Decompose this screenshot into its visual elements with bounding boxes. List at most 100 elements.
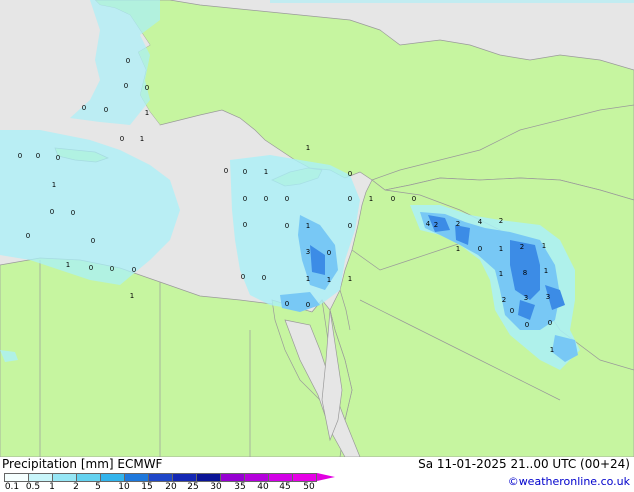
map-canvas: 00 00 0 10 10 0 010 0 1 010 0 0 0 1 0 00 00 0 1 0 4 2 2 4 2001 0 1… [0, 0, 634, 457]
precip-label: 0 [50, 208, 54, 216]
precip-label: 2 [499, 217, 503, 225]
credit-link[interactable]: ©weatheronline.co.uk [508, 475, 630, 488]
precip-label: 8 [523, 269, 527, 277]
precip-label: 1 [544, 267, 548, 275]
precip-label: 0 [243, 221, 247, 229]
precip-label: 0 [348, 195, 352, 203]
scale-tick-label: 1 [49, 482, 55, 492]
precip-label: 2 [520, 243, 524, 251]
precip-label: 0 [18, 152, 22, 160]
precip-label: 0 [548, 319, 552, 327]
scale-tick-label: 20 [165, 482, 177, 492]
scale-swatch [173, 473, 197, 482]
scale-swatch [53, 473, 77, 482]
precip-label: 0 [71, 209, 75, 217]
scale-tick-label: 40 [257, 482, 269, 492]
precip-label: 0 [26, 232, 30, 240]
precip-label: 1 [130, 292, 134, 300]
scale-ticks: 0.1 0.5 1 2 5 10 15 20 25 30 35 40 45 50 [0, 482, 340, 492]
scale-tick-label: 5 [95, 482, 101, 492]
scale-swatch [245, 473, 269, 482]
scale-swatch [269, 473, 293, 482]
scale-tick-label: 30 [210, 482, 222, 492]
precip-label: 0 [510, 307, 514, 315]
scale-tick-label: 0.5 [25, 482, 41, 492]
precip-label: 0 [391, 195, 395, 203]
precip-label: 1 [306, 222, 310, 230]
scale-tick-label: 10 [118, 482, 130, 492]
scale-tick-label: 50 [303, 482, 315, 492]
precip-label: 3 [524, 294, 528, 302]
scale-swatch [221, 473, 245, 482]
scale-tick-label: 15 [141, 482, 153, 492]
precip-label: 0 [110, 265, 114, 273]
precip-label: 1 [369, 195, 373, 203]
precip-label: 1 [348, 275, 352, 283]
precip-label: 0 [89, 264, 93, 272]
scale-swatch [101, 473, 125, 482]
precipitation-map[interactable]: 0000010100010010100001000000104224200101… [0, 0, 634, 457]
precip-label: 1 [66, 261, 70, 269]
precip-label: 0 [348, 170, 352, 178]
precip-label: 0 [262, 274, 266, 282]
precip-label: 0 [478, 245, 482, 253]
precip-label: 0 [327, 249, 331, 257]
precip-label: 0 [243, 195, 247, 203]
scale-tick-label: 2 [73, 482, 79, 492]
precip-label: 1 [140, 135, 144, 143]
precip-label: 0 [82, 104, 86, 112]
precip-label: 0 [412, 195, 416, 203]
precip-label: 0 [285, 222, 289, 230]
precip-label: 0 [124, 82, 128, 90]
precip-label: 1 [499, 270, 503, 278]
precip-label: 0 [36, 152, 40, 160]
precip-label: 3 [306, 248, 310, 256]
precip-label: 0 [348, 222, 352, 230]
precip-label: 0 [132, 266, 136, 274]
precip-label: 1 [456, 245, 460, 253]
precip-label: 0 [224, 167, 228, 175]
precip-label: 0 [120, 135, 124, 143]
precip-label: 0 [525, 321, 529, 329]
precip-label: 0 [285, 195, 289, 203]
scale-swatch [197, 473, 221, 482]
precip-label: 0 [241, 273, 245, 281]
scale-tick-label: 0.1 [4, 482, 20, 492]
precip-label: 2 [456, 220, 460, 228]
precip-label: 1 [264, 168, 268, 176]
precip-label: 0 [145, 84, 149, 92]
precip-label: 0 [126, 57, 130, 65]
precip-label: 1 [306, 275, 310, 283]
precip-label: 0 [91, 237, 95, 245]
color-scale [4, 473, 335, 482]
precip-label: 2 [434, 221, 438, 229]
precip-label: 1 [499, 245, 503, 253]
scale-swatch [149, 473, 173, 482]
forecast-datetime: Sa 11-01-2025 21..00 UTC (00+24) [418, 457, 630, 471]
scale-arrow [317, 473, 335, 481]
legend-title: Precipitation [mm] ECMWF [2, 457, 163, 471]
precip-label: 0 [306, 301, 310, 309]
precip-label: 0 [285, 300, 289, 308]
scale-swatch [4, 473, 29, 482]
precip-label: 0 [56, 154, 60, 162]
precip-label: 2 [502, 296, 506, 304]
precip-label: 1 [550, 346, 554, 354]
scale-tick-label: 45 [279, 482, 291, 492]
precip-label: 0 [243, 168, 247, 176]
scale-swatch [77, 473, 101, 482]
scale-tick-label: 35 [234, 482, 246, 492]
precip-label: 3 [546, 293, 550, 301]
precip-label: 4 [478, 218, 483, 226]
precip-label: 0 [104, 106, 108, 114]
precip-label: 1 [327, 276, 331, 284]
scale-swatch [125, 473, 149, 482]
scale-tick-label: 25 [187, 482, 199, 492]
legend-footer: Precipitation [mm] ECMWF Sa 11-01-2025 2… [0, 457, 634, 492]
precip-label: 1 [542, 242, 546, 250]
scale-swatch [293, 473, 317, 482]
precip-label: 1 [52, 181, 56, 189]
precip-label: 1 [145, 109, 149, 117]
scale-swatch [29, 473, 53, 482]
precip-label: 4 [426, 220, 431, 228]
